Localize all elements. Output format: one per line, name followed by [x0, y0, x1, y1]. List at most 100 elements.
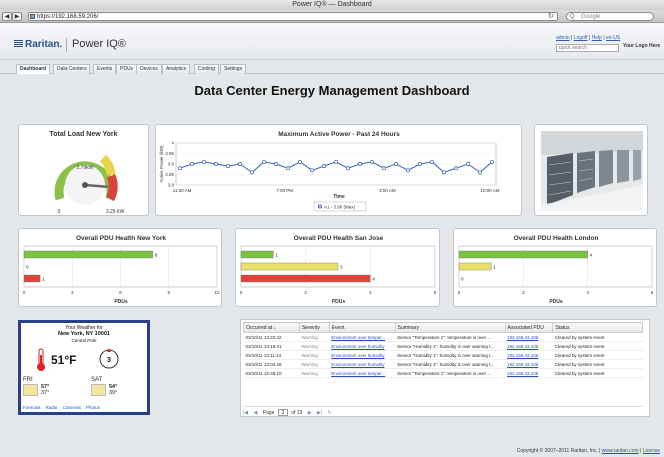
table-cell[interactable]: Environment over temper...: [329, 368, 396, 378]
pdu-health-sj-chart: Overall PDU Health San Jose0 2 4 6134PDUs: [240, 235, 437, 305]
table-cell[interactable]: 192.168.43.106: [505, 368, 553, 378]
data-point[interactable]: [370, 159, 374, 164]
table-cell[interactable]: Environment over humidity: [329, 341, 396, 351]
data-point[interactable]: [250, 170, 254, 175]
next-page-icon[interactable]: ▶: [308, 410, 312, 416]
data-point[interactable]: [466, 162, 470, 166]
data-point[interactable]: [226, 164, 230, 169]
table-cell[interactable]: 192.168.43.106: [505, 359, 553, 369]
current-temp: 51°F: [51, 353, 77, 367]
events-header-row: Occurred at ↓ Severity Event Summary Associa…: [243, 322, 643, 333]
browser-search-input[interactable]: Q Google: [566, 12, 654, 21]
tab-events[interactable]: Events: [93, 64, 117, 74]
data-point[interactable]: [478, 170, 482, 175]
y-tick-label: 4: [171, 141, 174, 146]
data-point[interactable]: [286, 166, 290, 171]
datacenter-photo-panel: [534, 124, 648, 216]
data-point[interactable]: [178, 166, 182, 171]
language-link[interactable]: en-US: [606, 35, 620, 41]
table-cell: Sensor "Temperature 1": temperature is o…: [395, 332, 505, 342]
data-point[interactable]: [394, 162, 398, 166]
bar[interactable]: [458, 262, 492, 271]
data-point[interactable]: [322, 164, 326, 169]
tab-cooling[interactable]: Cooling: [194, 64, 219, 74]
bar[interactable]: [240, 250, 274, 259]
table-cell[interactable]: Environment over humidity: [329, 350, 396, 360]
data-point[interactable]: [490, 159, 494, 164]
column-header[interactable]: Severity: [298, 322, 330, 333]
table-cell[interactable]: Environment over temper...: [329, 332, 396, 342]
tab-dashboard[interactable]: Dashboard: [16, 64, 51, 74]
tab-devices[interactable]: Devices: [136, 64, 162, 74]
data-point[interactable]: [262, 159, 266, 164]
reload-icon[interactable]: ↻: [548, 12, 554, 21]
page-input[interactable]: 3: [277, 409, 288, 416]
data-point[interactable]: [430, 159, 434, 164]
bar[interactable]: [458, 250, 588, 259]
tab-pdus[interactable]: PDUs: [116, 64, 138, 74]
x-tick-label: 4: [369, 290, 372, 295]
table-row[interactable]: 03/10/11 13:22:42 Warning Environment over…: [243, 332, 643, 342]
first-page-icon[interactable]: |◀: [243, 410, 248, 416]
data-point[interactable]: [382, 166, 386, 171]
table-row[interactable]: 03/10/11 12:45:10 Warning Environment over…: [243, 368, 643, 378]
forecast-link[interactable]: Forecast: [23, 405, 41, 410]
photos-link[interactable]: Photos: [86, 405, 100, 410]
admin-link[interactable]: admin: [556, 35, 570, 41]
bar[interactable]: [23, 250, 153, 259]
cameras-link[interactable]: Cameras: [63, 405, 81, 410]
last-page-icon[interactable]: ▶|: [317, 410, 322, 416]
data-point[interactable]: [274, 162, 278, 166]
tab-settings[interactable]: Settings: [220, 64, 247, 74]
logoff-link[interactable]: Logoff: [574, 35, 588, 41]
table-cell: Cleared by system event: [552, 359, 643, 369]
table-cell: Warning: [299, 359, 330, 369]
table-cell: Cleared by system event: [552, 368, 643, 378]
data-point[interactable]: [442, 170, 446, 175]
data-point[interactable]: [310, 168, 314, 173]
column-header[interactable]: Event: [328, 322, 396, 333]
data-point[interactable]: [238, 162, 242, 166]
column-header[interactable]: Summary: [394, 322, 506, 333]
data-point[interactable]: [454, 166, 458, 171]
table-cell: Warning: [299, 332, 330, 342]
table-row[interactable]: 03/10/11 13:02:26 Warning Environment over…: [243, 359, 643, 369]
footer: Copyright © 2007–2011 Raritan, Inc. | ww…: [0, 445, 664, 457]
bar[interactable]: [240, 262, 339, 271]
radar-link[interactable]: Radar: [46, 405, 58, 410]
license-link[interactable]: License: [643, 448, 660, 454]
data-point[interactable]: [358, 162, 362, 166]
data-point[interactable]: [190, 162, 194, 166]
data-point[interactable]: [418, 162, 422, 166]
bar[interactable]: [23, 274, 41, 283]
raritan-link[interactable]: www.raritan.com: [602, 448, 639, 454]
data-point[interactable]: [202, 159, 206, 164]
column-header[interactable]: Status: [552, 322, 643, 333]
table-cell[interactable]: 192.168.43.106: [505, 350, 553, 360]
column-header[interactable]: Occurred at ↓: [243, 322, 300, 333]
forward-button[interactable]: ▶: [12, 12, 22, 21]
quick-search-input[interactable]: quick search: [556, 44, 619, 52]
help-link[interactable]: Help: [592, 35, 602, 41]
refresh-icon[interactable]: ↻: [328, 410, 332, 416]
url-bar[interactable]: https://192.168.59.206/: [28, 12, 558, 21]
table-cell[interactable]: 192.168.43.106: [505, 341, 553, 351]
table-cell: Cleared by system event: [552, 341, 643, 351]
table-cell[interactable]: Environment over humidity: [329, 359, 396, 369]
bar[interactable]: [240, 274, 371, 283]
table-cell[interactable]: 192.168.43.106: [505, 332, 553, 342]
data-point[interactable]: [214, 162, 218, 166]
data-point[interactable]: [346, 166, 350, 171]
chart-title: Overall PDU Health San Jose: [294, 235, 384, 242]
column-header[interactable]: Associated PDU: [504, 322, 554, 333]
back-button[interactable]: ◀: [2, 12, 12, 21]
data-point[interactable]: [298, 159, 302, 164]
table-row[interactable]: 03/10/11 13:11:24 Warning Environment over…: [243, 350, 643, 360]
raritan-logo[interactable]: Raritan.: [14, 39, 62, 50]
data-point[interactable]: [334, 159, 338, 164]
prev-page-icon[interactable]: ◀: [254, 410, 258, 416]
tab-data-centers[interactable]: Data Centers: [53, 64, 91, 74]
table-row[interactable]: 03/10/11 13:19:21 Warning Environment over…: [243, 341, 643, 351]
tab-analytics[interactable]: Analytics: [162, 64, 191, 74]
data-point[interactable]: [406, 168, 410, 173]
